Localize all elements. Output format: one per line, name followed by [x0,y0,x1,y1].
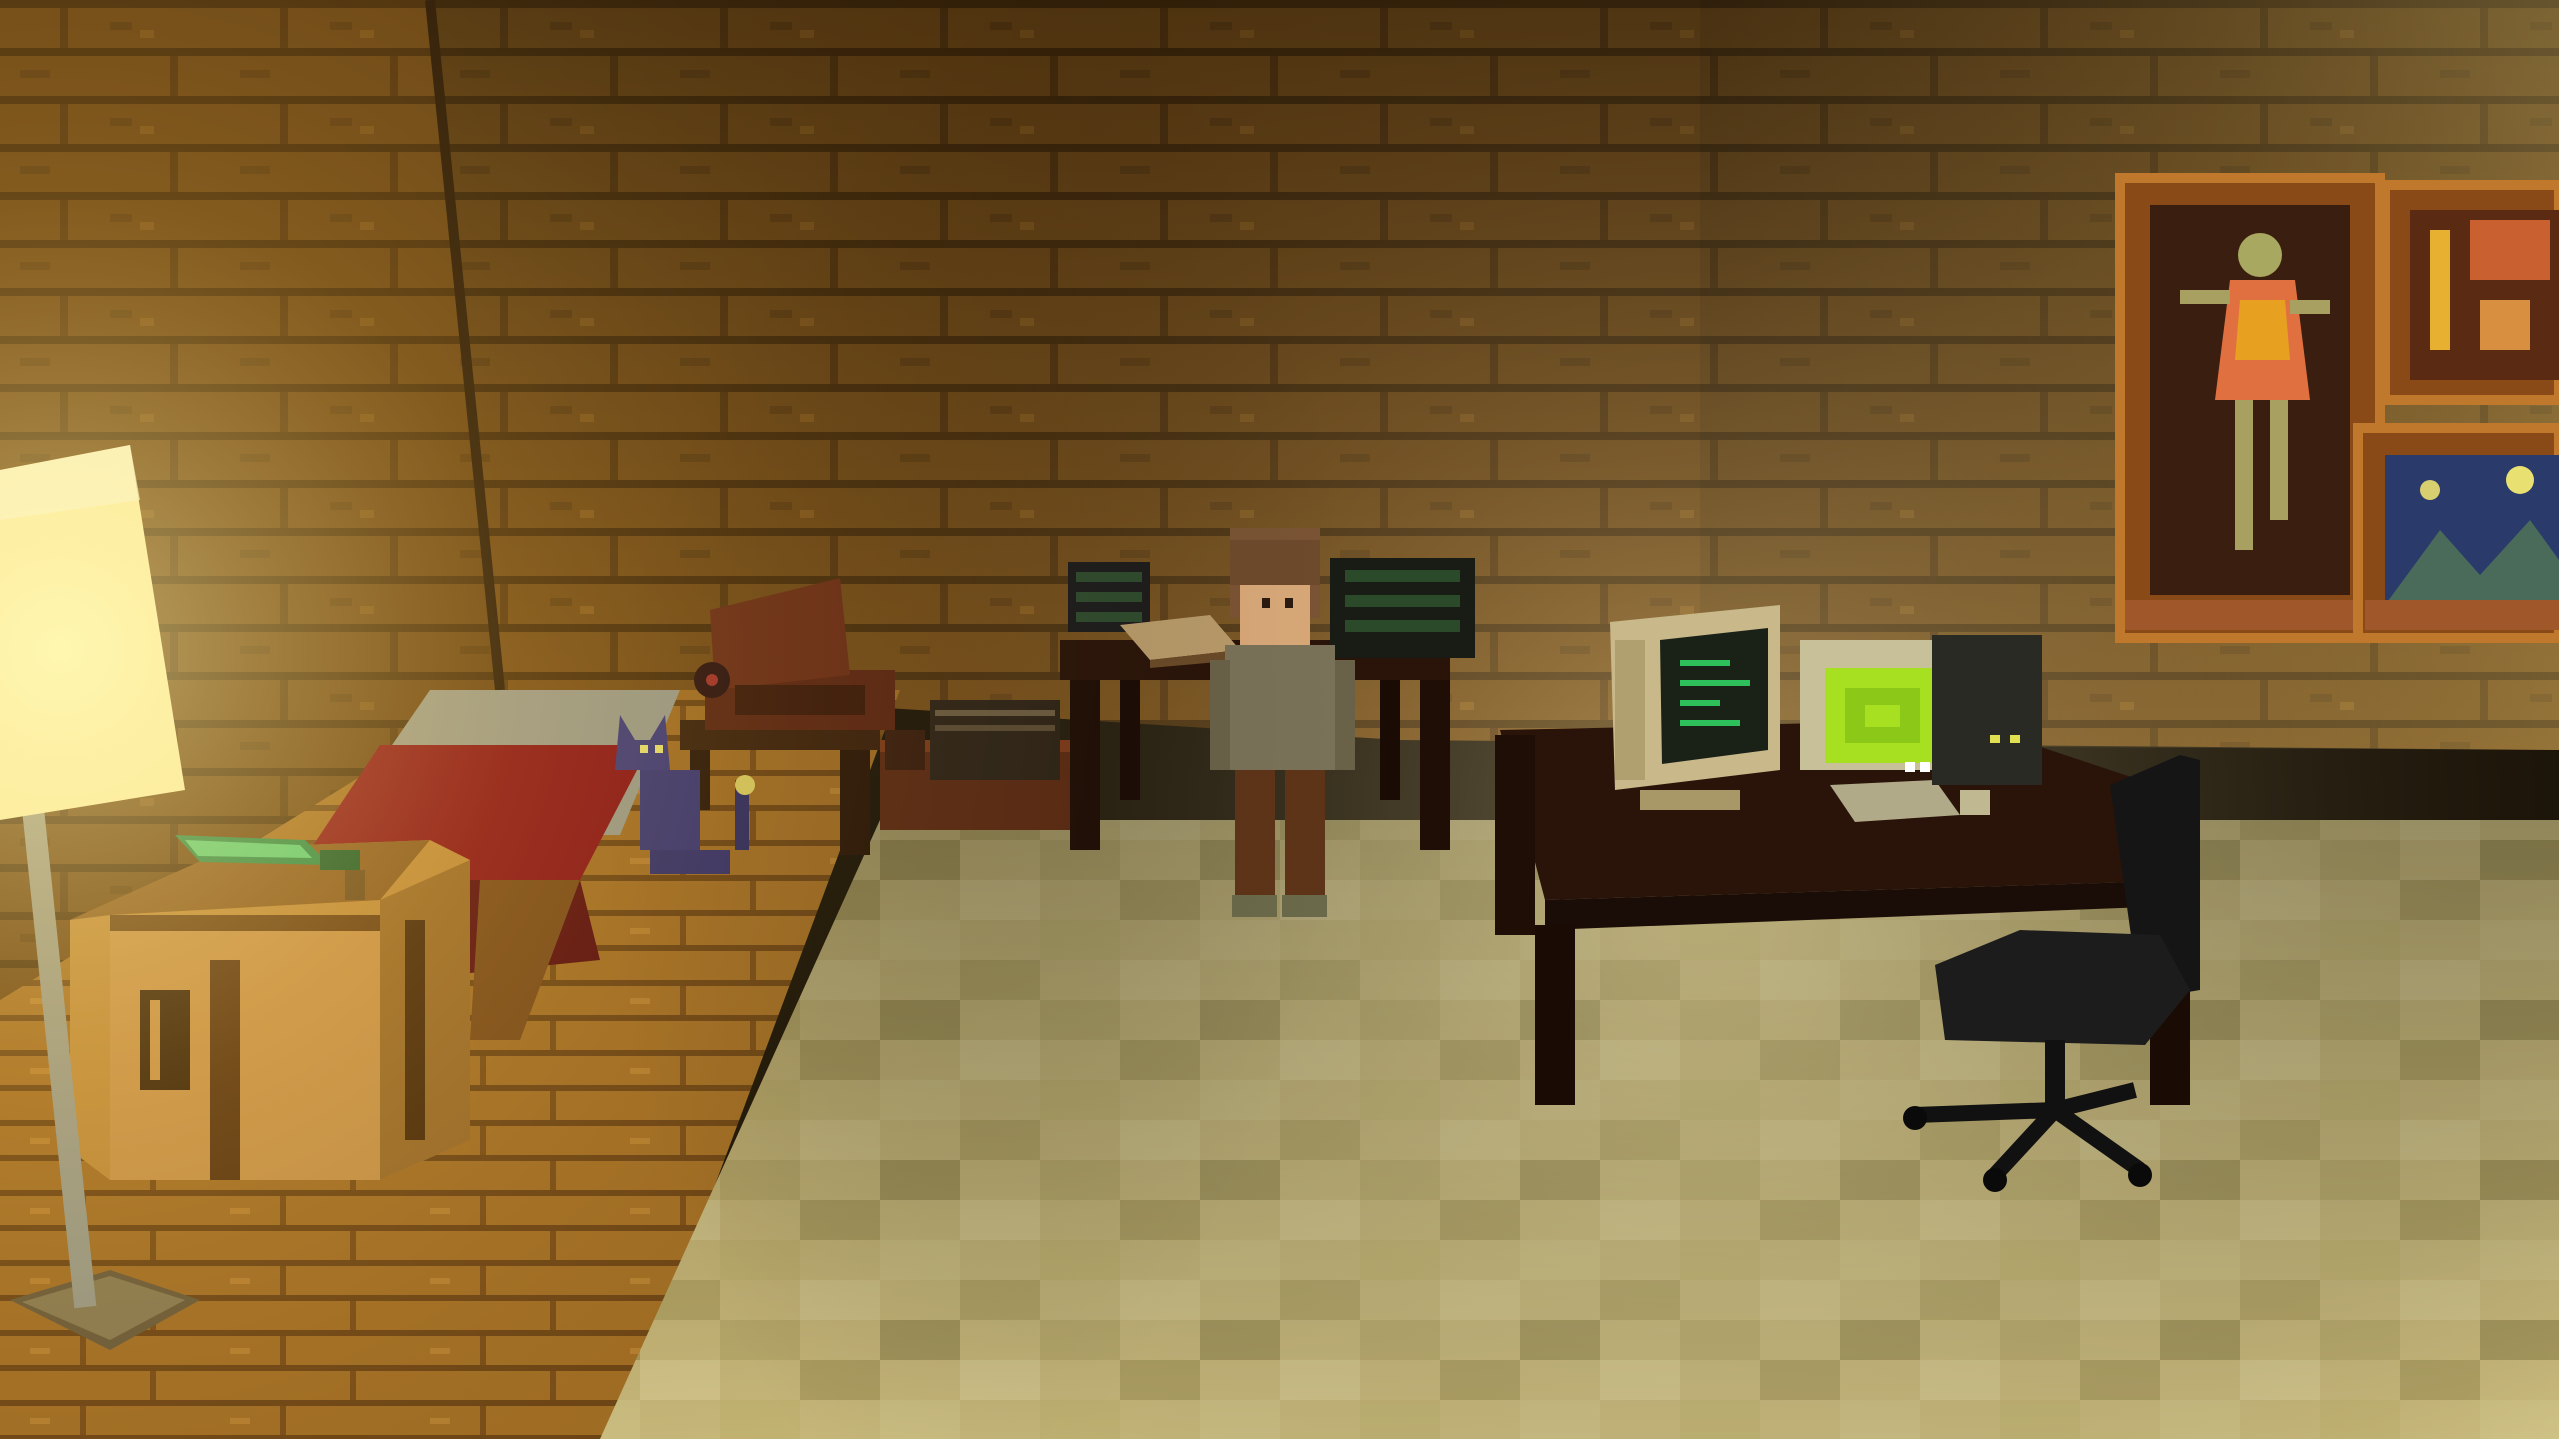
room-render [0,0,2559,1439]
game-scene [0,0,2559,1439]
lamp-light [0,0,2559,1439]
